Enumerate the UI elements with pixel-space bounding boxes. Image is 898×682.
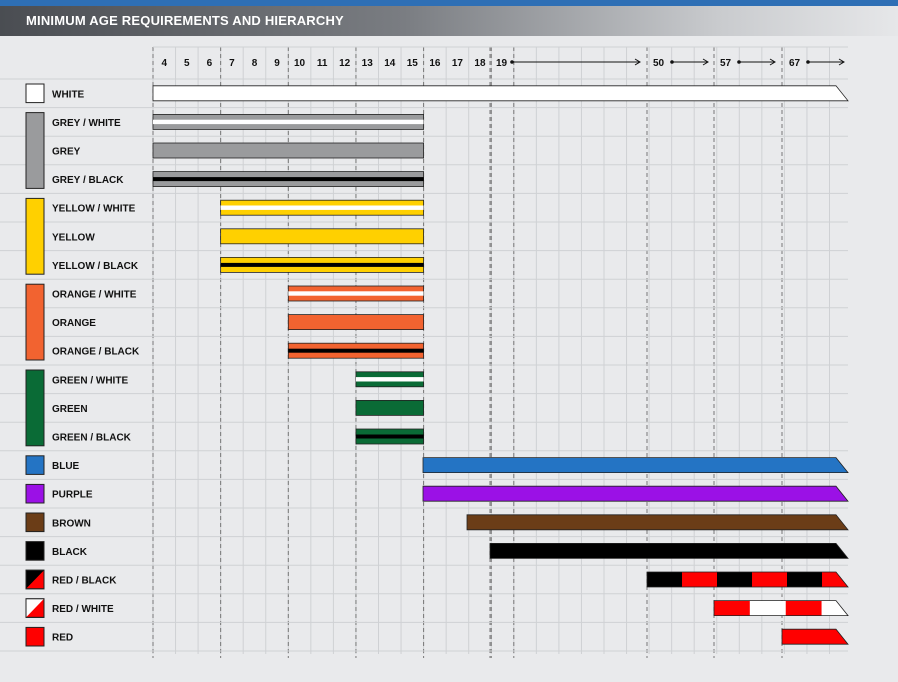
belt-bar-stripe xyxy=(220,262,424,267)
belt-label: GREY / WHITE xyxy=(52,118,121,129)
belt-bar xyxy=(287,342,424,359)
belt-bar-block xyxy=(749,600,786,616)
x-tick-label: 15 xyxy=(407,58,419,69)
belt-bar-stripe xyxy=(153,119,424,125)
belt-label: WHITE xyxy=(52,89,85,100)
belt-bar-stripe xyxy=(153,177,424,182)
belt-bar-shape xyxy=(220,228,424,245)
belt-bar-block xyxy=(647,572,682,587)
belt-swatch xyxy=(25,369,45,447)
belt-bar-block xyxy=(714,600,750,616)
belt-label: GREY / BLACK xyxy=(52,175,124,186)
belt-swatch xyxy=(25,541,45,561)
belt-swatch xyxy=(25,283,45,361)
x-tick-label: 12 xyxy=(339,58,351,69)
belt-label: YELLOW / BLACK xyxy=(52,261,139,272)
belt-bar xyxy=(781,628,849,645)
belt-label: BLUE xyxy=(52,461,80,472)
x-tick-label: 5 xyxy=(184,58,190,69)
belt-label: GREEN xyxy=(52,404,88,415)
belt-label: GREY xyxy=(52,147,81,158)
belt-bar xyxy=(355,399,425,416)
belt-bar xyxy=(220,256,424,273)
belt-bar-shape xyxy=(152,142,425,159)
belt-swatch xyxy=(25,455,45,475)
x-tick-label: 19 xyxy=(496,58,508,69)
x-tick-label: 13 xyxy=(362,58,374,69)
belt-label: RED xyxy=(52,633,73,644)
x-tick-label: 16 xyxy=(429,58,441,69)
x-tick-label: 9 xyxy=(274,58,280,69)
belt-swatch xyxy=(25,626,45,647)
belt-bar-shape xyxy=(489,543,849,559)
belt-bar-block xyxy=(717,572,752,587)
belt-label: RED / WHITE xyxy=(52,604,114,615)
belt-bar-stripe xyxy=(220,205,424,210)
belt-bar xyxy=(422,457,849,473)
belt-label: GREEN / BLACK xyxy=(52,433,132,444)
x-tick-label: 14 xyxy=(384,58,396,69)
belt-bar xyxy=(713,600,849,616)
x-tick-label: 17 xyxy=(452,58,464,69)
x-tick-label: 11 xyxy=(317,58,328,69)
belt-bar-stripe xyxy=(355,434,424,439)
belt-bar-shape xyxy=(152,85,849,102)
belt-bar-block xyxy=(787,572,822,587)
belt-bar xyxy=(152,114,425,130)
belt-bar xyxy=(287,314,424,331)
belt-bar-block xyxy=(752,572,787,587)
belt-label: YELLOW xyxy=(52,232,95,243)
belt-bar-shape xyxy=(466,514,849,531)
belt-bar xyxy=(355,371,425,388)
belt-label: YELLOW / WHITE xyxy=(52,204,136,215)
belt-bar xyxy=(287,285,424,302)
belt-bar-stripe xyxy=(355,377,424,382)
belt-label: RED / BLACK xyxy=(52,576,117,587)
belt-bar-shape xyxy=(355,399,425,416)
belt-bar xyxy=(220,228,424,245)
belt-bar xyxy=(489,543,849,559)
belt-bar-shape xyxy=(781,628,849,645)
belt-swatch xyxy=(25,483,45,504)
belt-bar xyxy=(466,514,849,531)
belt-label: BLACK xyxy=(52,547,88,558)
x-tick-label: 8 xyxy=(252,58,258,69)
belt-label: ORANGE xyxy=(52,318,96,329)
x-tick-label: 18 xyxy=(474,58,486,69)
belt-bar xyxy=(220,199,424,216)
belt-bar xyxy=(646,571,849,588)
x-tick-label: 50 xyxy=(653,58,665,69)
belt-bar-shape xyxy=(287,314,424,331)
belt-label: BROWN xyxy=(52,518,91,529)
x-tick-label: 6 xyxy=(207,58,213,69)
belt-bar xyxy=(152,171,425,188)
x-tick-label: 7 xyxy=(229,58,235,69)
belt-label: ORANGE / WHITE xyxy=(52,290,137,301)
belt-bar xyxy=(152,142,425,159)
belt-swatch xyxy=(25,112,45,189)
belt-label: ORANGE / BLACK xyxy=(52,347,140,358)
belt-swatch xyxy=(25,83,45,104)
belt-bar-block xyxy=(682,572,717,587)
belt-bar-stripe xyxy=(288,348,424,353)
belt-label: PURPLE xyxy=(52,490,93,501)
x-tick-label: 67 xyxy=(789,58,801,69)
belt-swatch xyxy=(25,197,45,275)
belt-bar xyxy=(152,85,849,102)
belt-bar-block xyxy=(785,600,822,616)
x-tick-label: 4 xyxy=(161,58,167,69)
belt-label: GREEN / WHITE xyxy=(52,375,128,386)
belt-bar xyxy=(355,428,425,445)
belt-bar xyxy=(422,485,849,502)
belt-bar-stripe xyxy=(288,291,424,296)
belt-age-chart: 4 5 6 7 8 9 10 11 12 13 14 15 16 17 18 19 50 57 67WHITEGRE… xyxy=(0,36,898,682)
belt-bar-shape xyxy=(422,457,849,473)
x-tick-label: 10 xyxy=(294,58,306,69)
belt-bar-shape xyxy=(422,485,849,502)
belt-swatch xyxy=(25,512,45,533)
x-tick-label: 57 xyxy=(720,58,732,69)
